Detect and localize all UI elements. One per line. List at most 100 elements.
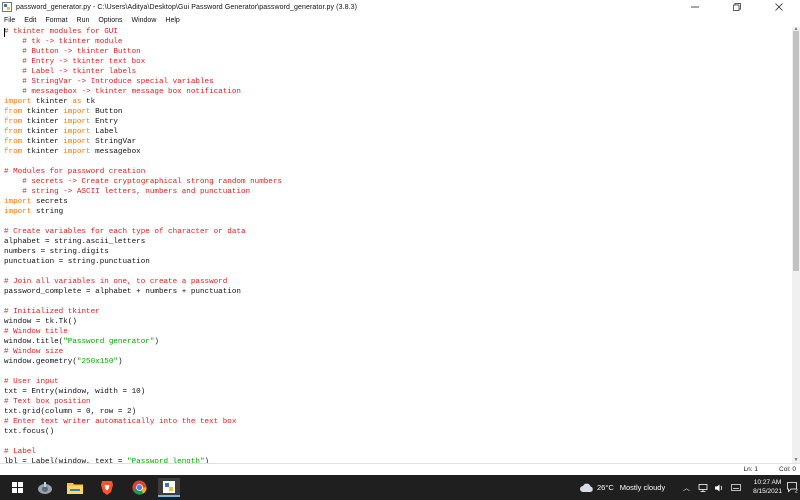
code-line[interactable]: from tkinter import Button <box>4 107 282 117</box>
menu-edit[interactable]: Edit <box>24 17 36 24</box>
code-line[interactable]: # Initialized tkinter <box>4 307 282 317</box>
menu-file[interactable]: File <box>4 17 15 24</box>
code-token: window.title( <box>4 338 64 346</box>
code-token: "250x150" <box>76 358 118 366</box>
code-line[interactable]: # Window size <box>4 347 282 357</box>
taskbar-app-2[interactable] <box>64 478 86 497</box>
taskbar-app-3[interactable] <box>96 478 118 497</box>
code-token: alphabet = string.ascii_letters <box>4 238 146 246</box>
code-token: # StringVar -> Introduce special variabl… <box>4 78 214 86</box>
code-line[interactable]: # Label -> tkinter labels <box>4 67 282 77</box>
code-line[interactable]: window.title("Password generator") <box>4 337 282 347</box>
code-token: StringVar <box>90 138 137 146</box>
weather-description: Mostly cloudy <box>619 483 666 492</box>
code-line[interactable]: # Window title <box>4 327 282 337</box>
code-token: # Label -> tkinter labels <box>4 68 137 76</box>
vertical-scrollbar[interactable]: ▲ ▼ <box>792 27 800 463</box>
close-button[interactable] <box>758 0 800 14</box>
menu-run[interactable]: Run <box>77 17 90 24</box>
code-line[interactable] <box>4 217 282 227</box>
code-line[interactable]: from tkinter import Entry <box>4 117 282 127</box>
code-line[interactable]: # User input <box>4 377 282 387</box>
code-line[interactable]: # StringVar -> Introduce special variabl… <box>4 77 282 87</box>
code-line[interactable] <box>4 157 282 167</box>
code-line[interactable]: # messagebox -> tkinter message box noti… <box>4 87 282 97</box>
code-line[interactable]: window = tk.Tk() <box>4 317 282 327</box>
code-token: tkinter <box>22 138 64 146</box>
chrome-icon <box>131 480 147 495</box>
system-clock[interactable]: 10:27 AM 8/15/2021 <box>753 478 782 496</box>
code-token: # secrets -> Create cryptographical stro… <box>4 178 282 186</box>
code-line[interactable]: # Enter text writer automatically into t… <box>4 417 282 427</box>
weather-temperature: 26°C <box>597 483 614 492</box>
code-line[interactable]: import tkinter as tk <box>4 97 282 107</box>
code-token: tkinter <box>22 148 64 156</box>
code-token: # Window size <box>4 348 64 356</box>
code-line[interactable]: # Button -> tkinter Button <box>4 47 282 57</box>
menu-window[interactable]: Window <box>131 17 156 24</box>
close-icon <box>775 3 783 11</box>
code-line[interactable] <box>4 437 282 447</box>
code-line[interactable]: numbers = string.digits <box>4 247 282 257</box>
code-line[interactable]: from tkinter import StringVar <box>4 137 282 147</box>
code-token: "Password generator" <box>63 338 155 346</box>
status-line: Ln: 1 <box>743 466 758 473</box>
scrollbar-thumb[interactable] <box>793 31 799 271</box>
code-editor[interactable]: # tkinter modules for GUI # tk -> tkinte… <box>0 27 792 463</box>
code-token: tkinter <box>31 98 73 106</box>
code-text[interactable]: # tkinter modules for GUI # tk -> tkinte… <box>4 27 282 463</box>
network-icon[interactable] <box>698 483 708 492</box>
clock-date: 8/15/2021 <box>753 488 782 495</box>
code-line[interactable] <box>4 267 282 277</box>
code-line[interactable]: # Create variables for each type of char… <box>4 227 282 237</box>
code-line[interactable]: # Label <box>4 447 282 457</box>
restore-icon <box>733 3 741 11</box>
code-line[interactable]: password_complete = alphabet + numbers +… <box>4 287 282 297</box>
code-line[interactable]: alphabet = string.ascii_letters <box>4 237 282 247</box>
code-line[interactable]: # tk -> tkinter module <box>4 37 282 47</box>
notification-icon[interactable]: 2 <box>786 481 798 493</box>
code-line[interactable]: from tkinter import Label <box>4 127 282 137</box>
brave-browser-icon <box>101 481 113 495</box>
code-line[interactable]: import string <box>4 207 282 217</box>
code-line[interactable]: # Join all variables in one, to create a… <box>4 277 282 287</box>
svg-text:2: 2 <box>795 489 798 494</box>
code-line[interactable] <box>4 297 282 307</box>
language-keyboard-icon[interactable] <box>731 484 741 491</box>
code-line[interactable]: txt = Entry(window, width = 10) <box>4 387 282 397</box>
code-line[interactable]: punctuation = string.punctuation <box>4 257 282 267</box>
weather-widget[interactable]: 26°C Mostly cloudy <box>580 475 665 500</box>
taskbar-app-1[interactable] <box>34 478 56 497</box>
menu-options[interactable]: Options <box>98 17 122 24</box>
taskbar-app-5[interactable] <box>158 478 180 497</box>
restore-button[interactable] <box>716 0 758 14</box>
text-cursor <box>4 28 5 37</box>
code-line[interactable]: txt.focus() <box>4 427 282 437</box>
code-line[interactable]: # Text box position <box>4 397 282 407</box>
minimize-button[interactable] <box>674 0 716 14</box>
code-token: punctuation = string.punctuation <box>4 258 150 266</box>
code-line[interactable] <box>4 367 282 377</box>
code-line[interactable]: # secrets -> Create cryptographical stro… <box>4 177 282 187</box>
code-line[interactable]: from tkinter import messagebox <box>4 147 282 157</box>
start-button[interactable] <box>6 478 28 497</box>
code-token: # Initialized tkinter <box>4 308 100 316</box>
menu-format[interactable]: Format <box>45 17 67 24</box>
code-line[interactable]: import secrets <box>4 197 282 207</box>
volume-icon[interactable] <box>715 484 724 492</box>
code-line[interactable]: # Modules for password creation <box>4 167 282 177</box>
code-token: string <box>31 208 64 216</box>
code-token: import <box>4 198 32 206</box>
code-token: # Enter text writer automatically into t… <box>4 418 237 426</box>
code-line[interactable]: # tkinter modules for GUI <box>4 27 282 37</box>
system-tray: ︿ <box>683 475 741 500</box>
menu-help[interactable]: Help <box>165 17 179 24</box>
chevron-up-icon[interactable]: ︿ <box>683 483 690 493</box>
code-line[interactable]: # Entry -> tkinter text box <box>4 57 282 67</box>
status-column: Col: 0 <box>779 466 796 473</box>
taskbar-app-4[interactable] <box>128 478 150 497</box>
code-line[interactable]: window.geometry("250x150") <box>4 357 282 367</box>
code-line[interactable]: # string -> ASCII letters, numbers and p… <box>4 187 282 197</box>
clock-time: 10:27 AM <box>753 479 782 486</box>
code-line[interactable]: txt.grid(column = 0, row = 2) <box>4 407 282 417</box>
